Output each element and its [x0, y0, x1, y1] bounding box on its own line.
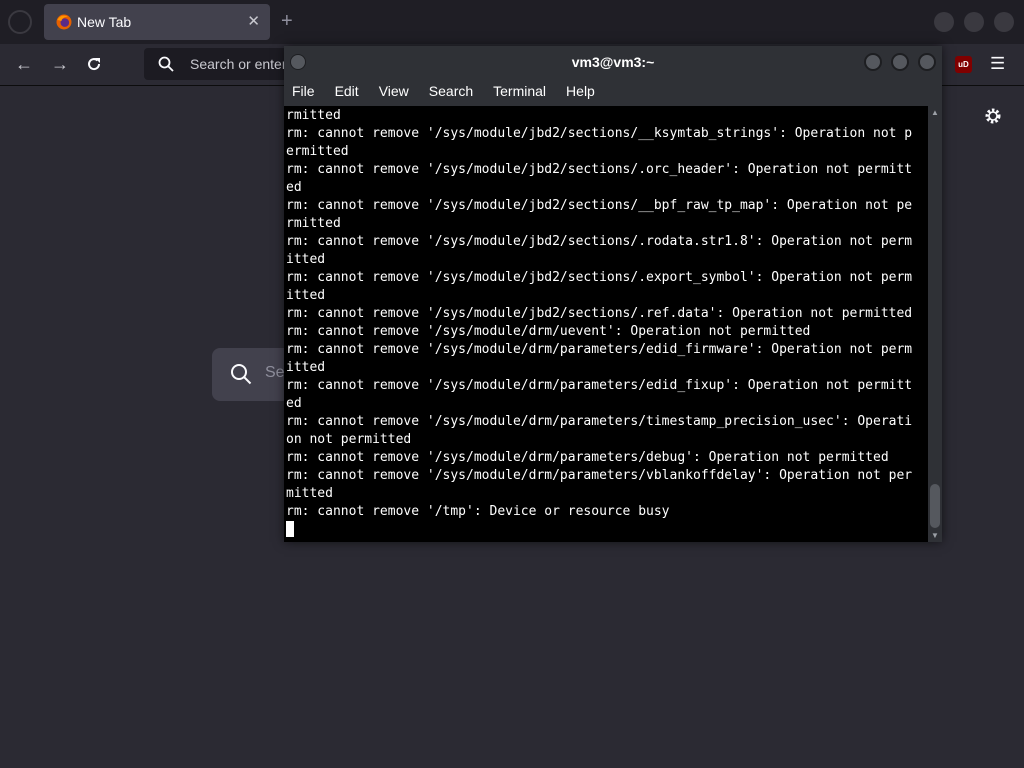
newtab-search-input[interactable]: Se: [265, 364, 285, 382]
terminal-title: vm3@vm3:~: [571, 54, 655, 70]
terminal-menubar: File Edit View Search Terminal Help: [284, 78, 942, 105]
output-line: rm: cannot remove '/sys/module/drm/param…: [286, 342, 913, 357]
output-line: rm: cannot remove '/sys/module/jbd2/sect…: [286, 270, 913, 285]
menu-file[interactable]: File: [284, 78, 325, 105]
minimize-button[interactable]: [934, 12, 954, 32]
output-line: rmitted: [286, 216, 341, 231]
forward-arrow-icon[interactable]: →: [48, 52, 72, 76]
output-line: rm: cannot remove '/sys/module/drm/param…: [286, 378, 913, 393]
output-line: rmitted: [286, 108, 341, 123]
output-line: ermitted: [286, 144, 349, 159]
output-line: rm: cannot remove '/tmp': Device or reso…: [286, 504, 670, 519]
output-line: rm: cannot remove '/sys/module/jbd2/sect…: [286, 126, 913, 141]
output-line: on not permitted: [286, 432, 412, 447]
output-line: itted: [286, 360, 326, 375]
scroll-down-arrow-icon[interactable]: ▼: [931, 531, 939, 540]
close-window-button[interactable]: [994, 12, 1014, 32]
menu-search[interactable]: Search: [419, 78, 483, 105]
output-line: rm: cannot remove '/sys/module/drm/ueven…: [286, 324, 811, 339]
close-window-button[interactable]: [918, 53, 936, 71]
output-line: rm: cannot remove '/sys/module/drm/param…: [286, 414, 913, 429]
output-line: rm: cannot remove '/sys/module/jbd2/sect…: [286, 234, 913, 249]
browser-window-controls: [934, 12, 1014, 32]
menu-view[interactable]: View: [369, 78, 419, 105]
menu-help[interactable]: Help: [556, 78, 605, 105]
output-line: rm: cannot remove '/sys/module/drm/param…: [286, 450, 889, 465]
firefox-logo-icon: [56, 14, 72, 30]
output-line: rm: cannot remove '/sys/module/jbd2/sect…: [286, 162, 913, 177]
terminal-scrollbar[interactable]: ▲ ▼: [928, 106, 942, 542]
terminal-titlebar[interactable]: vm3@vm3:~: [284, 46, 942, 78]
hamburger-menu-icon[interactable]: ☰: [990, 54, 1005, 74]
url-bar[interactable]: Search or enter address: [144, 48, 304, 80]
close-icon[interactable]: ✕: [247, 12, 260, 30]
tab-title: New Tab: [77, 14, 132, 30]
terminal-screen[interactable]: rmitted rm: cannot remove '/sys/module/jb…: [284, 106, 928, 542]
output-line: rm: cannot remove '/sys/module/jbd2/sect…: [286, 306, 913, 321]
scroll-up-arrow-icon[interactable]: ▲: [931, 108, 939, 117]
minimize-button[interactable]: [864, 53, 882, 71]
back-arrow-icon[interactable]: ←: [12, 52, 36, 76]
terminal-window: vm3@vm3:~ File Edit View Search Terminal…: [284, 46, 942, 542]
gear-icon[interactable]: [983, 106, 1003, 126]
maximize-button[interactable]: [964, 12, 984, 32]
output-line: itted: [286, 288, 326, 303]
search-icon: [158, 56, 174, 72]
plus-icon[interactable]: +: [281, 10, 293, 33]
menu-terminal[interactable]: Terminal: [483, 78, 556, 105]
tab-strip: New Tab ✕ +: [0, 0, 1024, 44]
scrollbar-thumb[interactable]: [930, 484, 940, 528]
ublock-origin-icon[interactable]: uD: [955, 56, 972, 73]
output-line: rm: cannot remove '/sys/module/jbd2/sect…: [286, 198, 913, 213]
prompt-line: [286, 521, 928, 540]
tab-new-tab[interactable]: New Tab ✕: [44, 4, 270, 40]
firefox-view-icon[interactable]: [8, 10, 32, 34]
text-cursor: [286, 521, 294, 537]
output-line: itted: [286, 252, 326, 267]
reload-icon[interactable]: [84, 54, 104, 74]
output-line: rm: cannot remove '/sys/module/drm/param…: [286, 468, 913, 483]
menu-edit[interactable]: Edit: [325, 78, 369, 105]
terminal-window-controls: [864, 53, 936, 71]
output-line: ed: [286, 180, 302, 195]
maximize-button[interactable]: [891, 53, 909, 71]
search-icon: [231, 364, 252, 385]
terminal-output: rmitted rm: cannot remove '/sys/module/jb…: [284, 106, 928, 540]
output-line: mitted: [286, 486, 333, 501]
output-line: ed: [286, 396, 302, 411]
